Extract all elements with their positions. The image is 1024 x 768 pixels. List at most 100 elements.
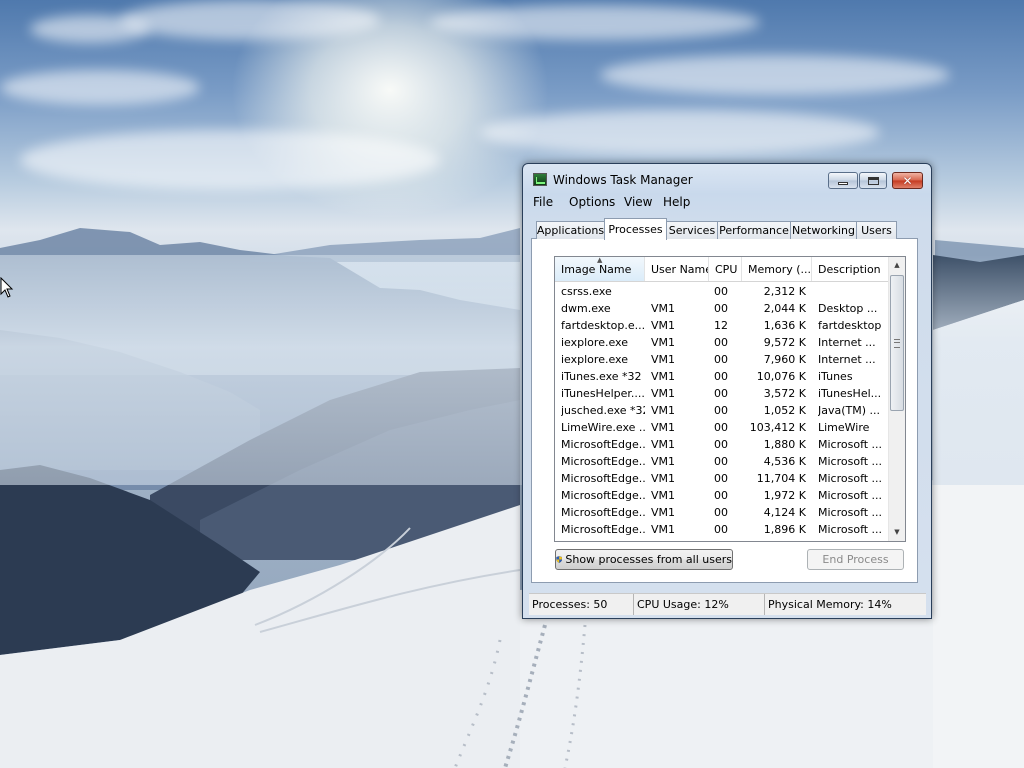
tab-services[interactable]: Services	[666, 221, 718, 239]
uac-shield-icon	[556, 556, 563, 563]
table-row[interactable]: fartdesktop.e... VM1 12 1,636 K fartdesktop	[555, 317, 888, 334]
description: fartdesktop	[818, 319, 882, 332]
tab-performance[interactable]: Performance	[717, 221, 791, 239]
cpu-value: 00	[714, 472, 728, 485]
description: Microsoft ...	[818, 438, 883, 451]
user-name: VM1	[651, 506, 676, 519]
user-name: VM1	[651, 387, 676, 400]
close-button[interactable]: ✕	[892, 172, 923, 189]
process-list[interactable]: ▲ Image Name User Name CPU Memory (... D…	[554, 256, 906, 542]
tab-applications[interactable]: Applications	[536, 221, 605, 239]
column-memory[interactable]: Memory (...	[742, 257, 812, 281]
description: Java(TM) ...	[818, 404, 881, 417]
scrollbar-thumb[interactable]	[890, 275, 904, 411]
description: Microsoft ...	[818, 472, 883, 485]
description: Microsoft ...	[818, 455, 883, 468]
table-row[interactable]: MicrosoftEdge... VM1 00 1,880 K Microsoft ..…	[555, 436, 888, 453]
process-name: MicrosoftEdge...	[561, 438, 645, 451]
cpu-value: 00	[714, 353, 728, 366]
list-header: ▲ Image Name User Name CPU Memory (... D…	[555, 257, 888, 282]
table-row[interactable]: MicrosoftEdge... VM1 00 4,536 K Microsoft ..…	[555, 453, 888, 470]
title-bar[interactable]: Windows Task Manager ✕	[523, 164, 931, 194]
description: iTunesHel...	[818, 387, 882, 400]
tab-label: Services	[668, 224, 716, 237]
tab-networking[interactable]: Networking	[790, 221, 857, 239]
cpu-value: 00	[714, 455, 728, 468]
menu-bar: File Options View Help	[527, 193, 927, 213]
column-label: User Name	[651, 262, 709, 276]
column-label: CPU	[715, 262, 738, 276]
vertical-scrollbar[interactable]: ▲ ▼	[888, 257, 905, 541]
memory-value: 11,704 K	[756, 472, 806, 485]
memory-value: 2,044 K	[763, 302, 806, 315]
menu-help[interactable]: Help	[663, 195, 690, 209]
table-row[interactable]: MicrosoftEdge... VM1 00 1,972 K Microsoft ..…	[555, 487, 888, 504]
menu-options[interactable]: Options	[569, 195, 615, 209]
table-row[interactable]: jusched.exe *32 VM1 00 1,052 K Java(TM) ...	[555, 402, 888, 419]
process-name: LimeWire.exe ...	[561, 421, 645, 434]
column-description[interactable]: Description	[812, 257, 888, 281]
memory-value: 9,572 K	[763, 336, 806, 349]
memory-value: 3,572 K	[763, 387, 806, 400]
menu-view[interactable]: View	[624, 195, 652, 209]
task-manager-icon	[533, 173, 547, 186]
user-name: VM1	[651, 438, 676, 451]
table-row[interactable]: iexplore.exe VM1 00 9,572 K Internet ...	[555, 334, 888, 351]
cpu-value: 12	[714, 319, 728, 332]
tab-label: Networking	[792, 224, 855, 237]
status-processes: Processes: 50	[532, 598, 608, 611]
task-manager-window: Windows Task Manager ✕ File Options View…	[522, 163, 932, 619]
process-name: MicrosoftEdge...	[561, 455, 645, 468]
description: Internet ...	[818, 336, 876, 349]
maximize-icon	[867, 176, 879, 185]
sort-ascending-icon: ▲	[597, 257, 603, 264]
description	[818, 283, 884, 300]
memory-value: 7,960 K	[763, 353, 806, 366]
maximize-button[interactable]	[859, 172, 887, 189]
description: Microsoft ...	[818, 523, 883, 536]
description: Internet ...	[818, 353, 876, 366]
user-name: VM1	[651, 302, 676, 315]
minimize-button[interactable]	[828, 172, 858, 189]
process-name: iexplore.exe	[561, 336, 628, 349]
cpu-value: 00	[714, 438, 728, 451]
table-row[interactable]: MicrosoftEdge... VM1 00 4,124 K Microsoft ..…	[555, 504, 888, 521]
description: LimeWire	[818, 421, 870, 434]
scroll-down-icon[interactable]: ▼	[889, 524, 905, 541]
minimize-icon	[838, 181, 848, 185]
status-bar: Processes: 50 CPU Usage: 12% Physical Me…	[529, 593, 926, 615]
description: iTunes	[818, 370, 853, 383]
window-title: Windows Task Manager	[553, 173, 693, 187]
memory-value: 1,636 K	[763, 319, 806, 332]
end-process-label: End Process	[822, 553, 889, 566]
table-row[interactable]: csrss.exe 00 2,312 K	[555, 283, 888, 300]
user-name: VM1	[651, 472, 676, 485]
scroll-up-icon[interactable]: ▲	[889, 257, 905, 274]
table-row[interactable]: MicrosoftEdge... VM1 00 11,704 K Microsoft .…	[555, 470, 888, 487]
end-process-button[interactable]: End Process	[807, 549, 904, 570]
table-row[interactable]: LimeWire.exe ... VM1 00 103,412 K LimeWire	[555, 419, 888, 436]
column-user-name[interactable]: User Name	[645, 257, 709, 281]
menu-file[interactable]: File	[533, 195, 553, 209]
process-name: MicrosoftEdge...	[561, 506, 645, 519]
column-image-name[interactable]: ▲ Image Name	[555, 257, 645, 281]
user-name: VM1	[651, 404, 676, 417]
table-row[interactable]: iTunes.exe *32 VM1 00 10,076 K iTunes	[555, 368, 888, 385]
tab-users[interactable]: Users	[856, 221, 897, 239]
table-row[interactable]: dwm.exe VM1 00 2,044 K Desktop ...	[555, 300, 888, 317]
user-name: VM1	[651, 353, 676, 366]
table-row[interactable]: MicrosoftEdge... VM1 00 1,896 K Microsoft ..…	[555, 521, 888, 538]
process-name: MicrosoftEdge...	[561, 523, 645, 536]
memory-value: 4,124 K	[763, 506, 806, 519]
mouse-cursor-icon	[0, 277, 14, 298]
status-physical-memory: Physical Memory: 14%	[764, 594, 924, 615]
show-all-users-button[interactable]: Show processes from all users	[555, 549, 733, 570]
column-cpu[interactable]: CPU	[709, 257, 742, 281]
memory-value: 1,052 K	[763, 404, 806, 417]
tab-processes[interactable]: Processes	[604, 218, 667, 240]
memory-value: 1,880 K	[763, 438, 806, 451]
table-row[interactable]: iexplore.exe VM1 00 7,960 K Internet ...	[555, 351, 888, 368]
process-name: iTunes.exe *32	[561, 370, 642, 383]
memory-value: 1,896 K	[763, 523, 806, 536]
table-row[interactable]: iTunesHelper.... VM1 00 3,572 K iTunesHel...	[555, 385, 888, 402]
